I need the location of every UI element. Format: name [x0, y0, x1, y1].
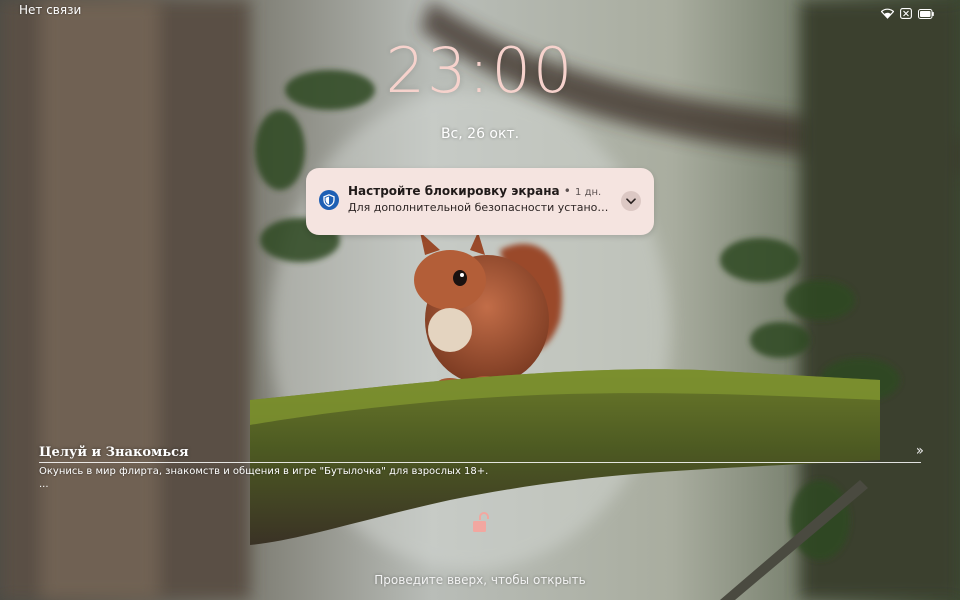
status-icons [880, 4, 934, 23]
promo-title: Целуй и Знакомься [39, 445, 189, 460]
notification-separator: • [563, 184, 571, 198]
notification-title: Настройте блокировку экрана [348, 184, 560, 198]
unlock-icon[interactable] [471, 512, 491, 534]
lockscreen-promo[interactable]: Целуй и Знакомься ›› Окунись в мир флирт… [39, 443, 924, 490]
promo-more: ... [39, 479, 49, 490]
swipe-up-hint: Проведите вверх, чтобы открыть [374, 573, 586, 587]
lockscreen-date: Вс, 26 окт. [440, 126, 520, 142]
promo-text: Окунись в мир флирта, знакомств и общени… [39, 466, 489, 477]
chevron-down-icon [626, 197, 636, 204]
status-bar: Нет связи [0, 0, 960, 22]
no-sim-icon [900, 4, 912, 23]
promo-divider [39, 462, 921, 463]
battery-icon [918, 4, 934, 23]
lockscreen-clock: 23:00 [385, 34, 575, 107]
notification-age: 1 дн. [575, 187, 602, 198]
promo-next-button[interactable]: ›› [916, 443, 924, 459]
notification-card[interactable]: Настройте блокировку экрана • 1 дн. Для … [306, 168, 654, 235]
wifi-icon [880, 4, 895, 23]
notification-text: Для дополнительной безопасности установи… [348, 201, 610, 214]
notification-title-row: Настройте блокировку экрана • 1 дн. [348, 184, 601, 198]
expand-notification-button[interactable] [621, 191, 641, 211]
carrier-label: Нет связи [19, 3, 82, 17]
shield-icon [319, 190, 339, 210]
